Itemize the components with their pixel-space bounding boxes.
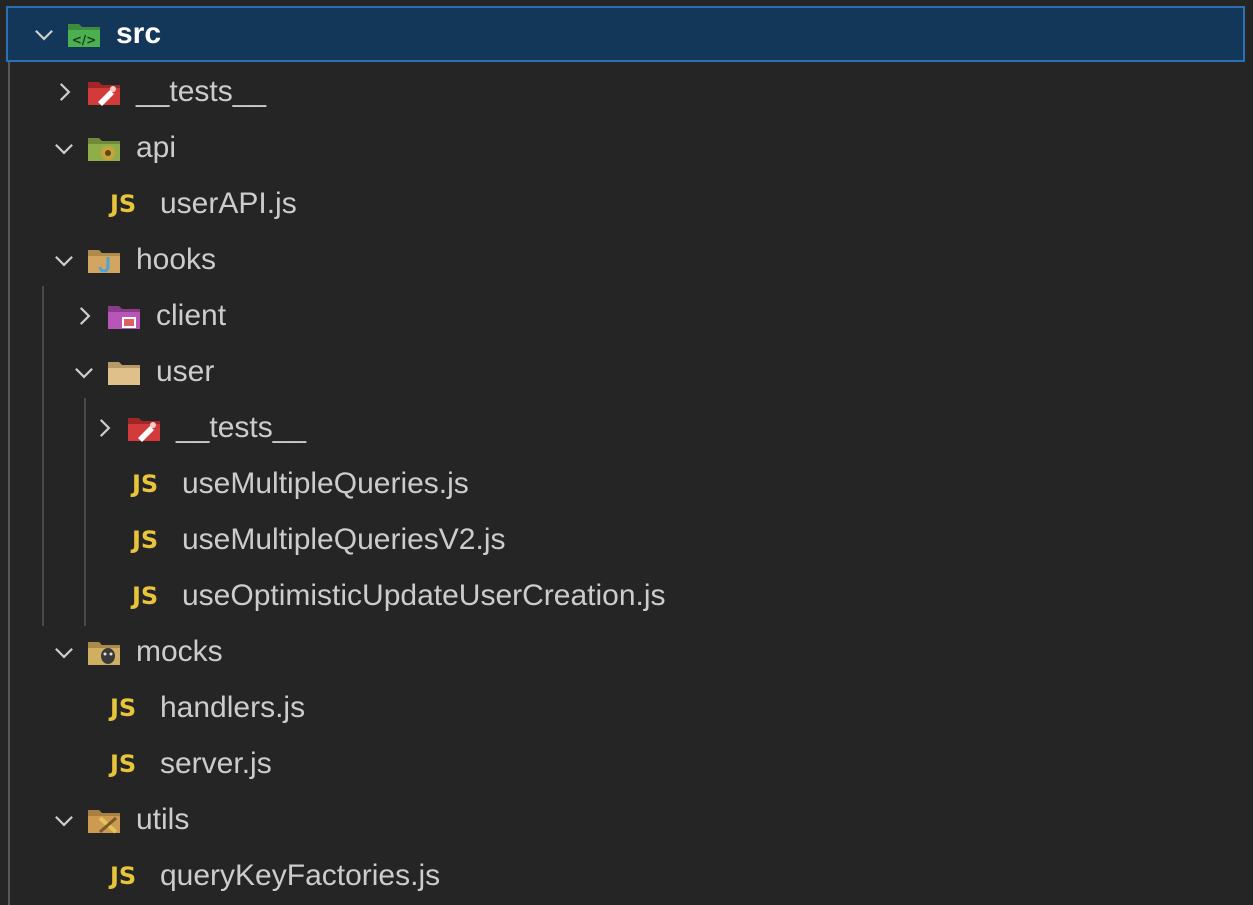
chevron-down-icon[interactable]	[50, 638, 78, 666]
tree-item-file[interactable]: JS handlers.js	[8, 680, 1253, 736]
tree-item-file[interactable]: JS useOptimisticUpdateUserCreation.js	[8, 568, 1253, 624]
tree-item-file[interactable]: JS useMultipleQueriesV2.js	[8, 512, 1253, 568]
tree-item-folder[interactable]: client	[8, 288, 1253, 344]
tree-item-folder[interactable]: mocks	[8, 624, 1253, 680]
chevron-right-icon[interactable]	[90, 414, 118, 442]
folder-user-icon	[106, 356, 142, 388]
tree-item-folder[interactable]: api	[8, 120, 1253, 176]
chevron-down-icon[interactable]	[70, 358, 98, 386]
tree-item-folder[interactable]: __tests__	[8, 400, 1253, 456]
tree-item-label: api	[136, 131, 177, 164]
tree-item-label: useMultipleQueriesV2.js	[182, 523, 506, 556]
folder-api-icon	[86, 132, 122, 164]
tree-item-label: userAPI.js	[160, 187, 297, 220]
folder-test-icon	[126, 412, 162, 444]
tree-item-file[interactable]: JS queryKeyFactories.js	[8, 848, 1253, 904]
javascript-file-icon: JS	[132, 526, 159, 554]
tree-item-label: mocks	[136, 635, 223, 668]
tree-item-src[interactable]: </> src	[6, 6, 1245, 62]
chevron-down-icon[interactable]	[50, 134, 78, 162]
tree-item-folder[interactable]: utils	[8, 792, 1253, 848]
chevron-right-icon[interactable]	[70, 302, 98, 330]
tree-item-folder[interactable]: hooks	[8, 232, 1253, 288]
javascript-file-icon: JS	[110, 750, 137, 778]
chevron-down-icon[interactable]	[30, 20, 58, 48]
tree-item-label: src	[116, 17, 162, 50]
folder-mocks-icon	[86, 636, 122, 668]
javascript-file-icon: JS	[132, 470, 159, 498]
folder-utils-icon	[86, 804, 122, 836]
javascript-file-icon: JS	[110, 862, 137, 890]
tree-item-file[interactable]: JS server.js	[8, 736, 1253, 792]
svg-text:</>: </>	[72, 33, 97, 47]
folder-hooks-icon	[86, 244, 122, 276]
tree-item-label: queryKeyFactories.js	[160, 859, 441, 892]
javascript-file-icon: JS	[110, 694, 137, 722]
chevron-right-icon[interactable]	[50, 78, 78, 106]
javascript-file-icon: JS	[110, 190, 137, 218]
tree-item-label: __tests__	[176, 411, 307, 444]
folder-test-icon	[86, 76, 122, 108]
tree-item-label: server.js	[160, 747, 272, 780]
chevron-down-icon[interactable]	[50, 806, 78, 834]
tree-item-label: handlers.js	[160, 691, 306, 724]
file-explorer-tree: </> src __tests__ api JS userAPI.js hook…	[0, 0, 1253, 905]
tree-item-label: useOptimisticUpdateUserCreation.js	[182, 579, 666, 612]
tree-item-folder[interactable]: user	[8, 344, 1253, 400]
tree-item-file[interactable]: JS useMultipleQueries.js	[8, 456, 1253, 512]
tree-item-label: client	[156, 299, 227, 332]
tree-item-label: __tests__	[136, 75, 267, 108]
tree-item-label: useMultipleQueries.js	[182, 467, 469, 500]
folder-src-icon: </>	[66, 18, 102, 50]
chevron-down-icon[interactable]	[50, 246, 78, 274]
tree-item-folder[interactable]: __tests__	[8, 64, 1253, 120]
tree-item-label: hooks	[136, 243, 217, 276]
tree-item-label: user	[156, 355, 215, 388]
javascript-file-icon: JS	[132, 582, 159, 610]
tree-item-file[interactable]: JS userAPI.js	[8, 176, 1253, 232]
folder-client-icon	[106, 300, 142, 332]
tree-item-label: utils	[136, 803, 190, 836]
